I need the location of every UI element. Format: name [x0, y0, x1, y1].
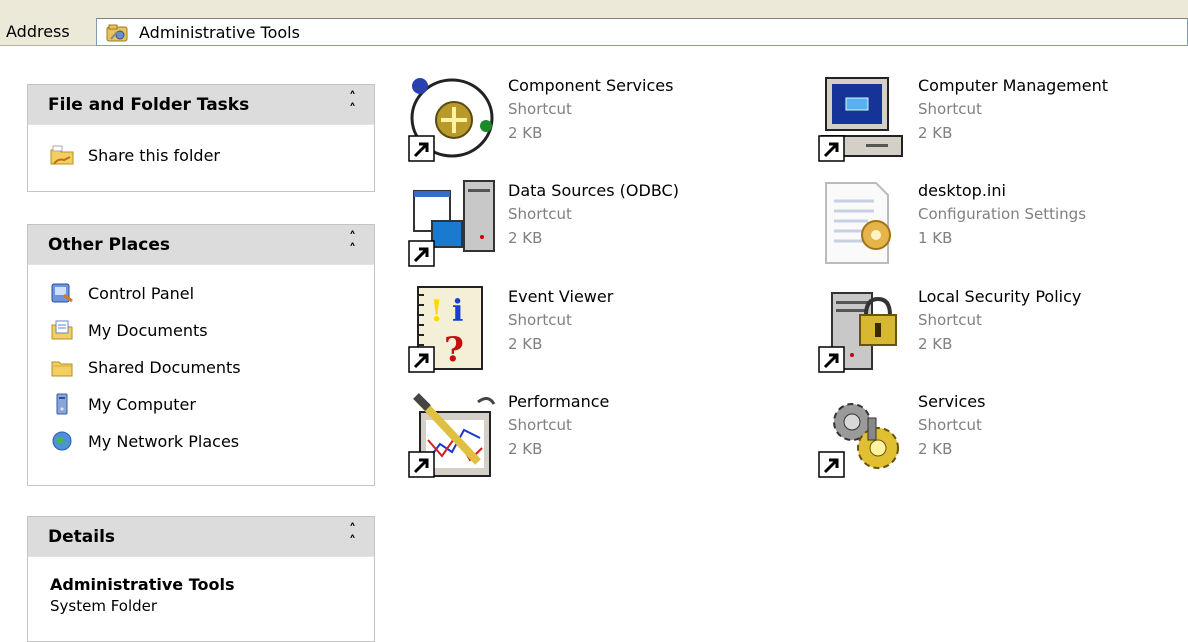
file-type: Shortcut: [918, 416, 982, 434]
details-panel: Details ˄ ˄ Administrative Tools System F…: [27, 516, 375, 642]
file-item-local-security-policy[interactable]: Local Security Policy Shortcut 2 KB: [818, 285, 1188, 375]
place-label: My Network Places: [88, 431, 240, 451]
place-label: My Documents: [88, 320, 208, 340]
place-network-places[interactable]: My Network Places: [50, 427, 239, 455]
panel-header[interactable]: Other Places ˄ ˄: [27, 224, 375, 264]
my-documents-icon: [51, 320, 73, 340]
performance-icon: [408, 393, 496, 479]
file-item-services[interactable]: Services Shortcut 2 KB: [818, 390, 1188, 480]
file-name: Performance: [508, 392, 610, 411]
place-control-panel[interactable]: Control Panel: [50, 279, 194, 307]
collapse-chevron-icon[interactable]: ˄ ˄: [349, 231, 356, 257]
data-sources-icon: [408, 180, 495, 268]
place-my-computer[interactable]: My Computer: [50, 390, 196, 418]
place-label: Shared Documents: [88, 357, 241, 377]
file-name: Services: [918, 392, 986, 411]
file-name: desktop.ini: [918, 181, 1006, 200]
file-item-event-viewer[interactable]: ! i ? Event Viewer Shortcut 2 KB: [408, 285, 788, 375]
svg-text:i: i: [452, 294, 463, 329]
details-name: Administrative Tools: [50, 575, 235, 594]
address-bar: Address Administrative Tools: [0, 0, 1188, 46]
place-label: Control Panel: [88, 283, 195, 303]
share-folder-icon: [50, 145, 74, 165]
address-field[interactable]: Administrative Tools: [96, 18, 1188, 46]
file-type: Shortcut: [508, 205, 572, 223]
collapse-chevron-icon[interactable]: ˄ ˄: [349, 523, 356, 549]
panel-header[interactable]: Details ˄ ˄: [27, 516, 375, 556]
svg-text:?: ?: [444, 330, 464, 370]
panel-title: Details: [48, 527, 116, 547]
event-viewer-icon: ! i ?: [408, 286, 483, 374]
file-type: Configuration Settings: [918, 205, 1087, 223]
panel-title: File and Folder Tasks: [48, 95, 250, 115]
file-size: 1 KB: [918, 229, 953, 247]
file-item-computer-management[interactable]: Computer Management Shortcut 2 KB: [818, 74, 1188, 164]
file-item-performance[interactable]: Performance Shortcut 2 KB: [408, 390, 788, 480]
file-size: 2 KB: [918, 335, 953, 353]
svg-text:!: !: [430, 294, 443, 329]
file-name: Event Viewer: [508, 287, 614, 306]
panel-body: Share this folder: [27, 124, 375, 192]
file-type: Shortcut: [918, 311, 982, 329]
collapse-chevron-icon[interactable]: ˄ ˄: [349, 91, 356, 117]
security-policy-icon: [818, 292, 897, 374]
file-type: Shortcut: [508, 100, 572, 118]
panel-body: Control Panel My Documents Shared Docume…: [27, 264, 375, 486]
file-size: 2 KB: [918, 440, 953, 458]
file-name: Data Sources (ODBC): [508, 181, 679, 200]
place-label: My Computer: [88, 394, 196, 414]
panel-title: Other Places: [48, 235, 170, 255]
file-name: Component Services: [508, 76, 674, 95]
file-item-desktop-ini[interactable]: desktop.ini Configuration Settings 1 KB: [818, 179, 1188, 269]
file-item-component-services[interactable]: Component Services Shortcut 2 KB: [408, 74, 788, 164]
network-places-icon: [52, 431, 72, 451]
config-file-icon: [825, 182, 891, 264]
address-text: Administrative Tools: [139, 23, 300, 42]
shared-documents-icon: [51, 361, 73, 377]
file-size: 2 KB: [918, 124, 953, 142]
panel-header[interactable]: File and Folder Tasks ˄ ˄: [27, 84, 375, 124]
control-panel-icon: [51, 283, 73, 303]
file-size: 2 KB: [508, 440, 543, 458]
computer-management-icon: [818, 77, 903, 163]
admin-tools-icon: [106, 24, 128, 42]
other-places-panel: Other Places ˄ ˄ Control Panel My Documen…: [27, 224, 375, 486]
file-item-data-sources[interactable]: Data Sources (ODBC) Shortcut 2 KB: [408, 179, 788, 269]
place-shared-documents[interactable]: Shared Documents: [50, 353, 241, 381]
file-folder-tasks-panel: File and Folder Tasks ˄ ˄ Share this fold…: [27, 84, 375, 192]
my-computer-icon: [56, 393, 68, 415]
file-name: Computer Management: [918, 76, 1109, 95]
file-size: 2 KB: [508, 335, 543, 353]
place-my-documents[interactable]: My Documents: [50, 316, 208, 344]
file-type: Shortcut: [508, 416, 572, 434]
file-size: 2 KB: [508, 124, 543, 142]
details-type: System Folder: [50, 597, 158, 615]
file-type: Shortcut: [508, 311, 572, 329]
panel-body: Administrative Tools System Folder: [27, 556, 375, 642]
file-name: Local Security Policy: [918, 287, 1082, 306]
task-label: Share this folder: [88, 145, 220, 165]
file-type: Shortcut: [918, 100, 982, 118]
services-icon: [818, 403, 899, 479]
address-label: Address: [6, 22, 70, 41]
component-services-icon: [408, 78, 494, 163]
file-size: 2 KB: [508, 229, 543, 247]
task-share-folder[interactable]: Share this folder: [50, 141, 220, 169]
